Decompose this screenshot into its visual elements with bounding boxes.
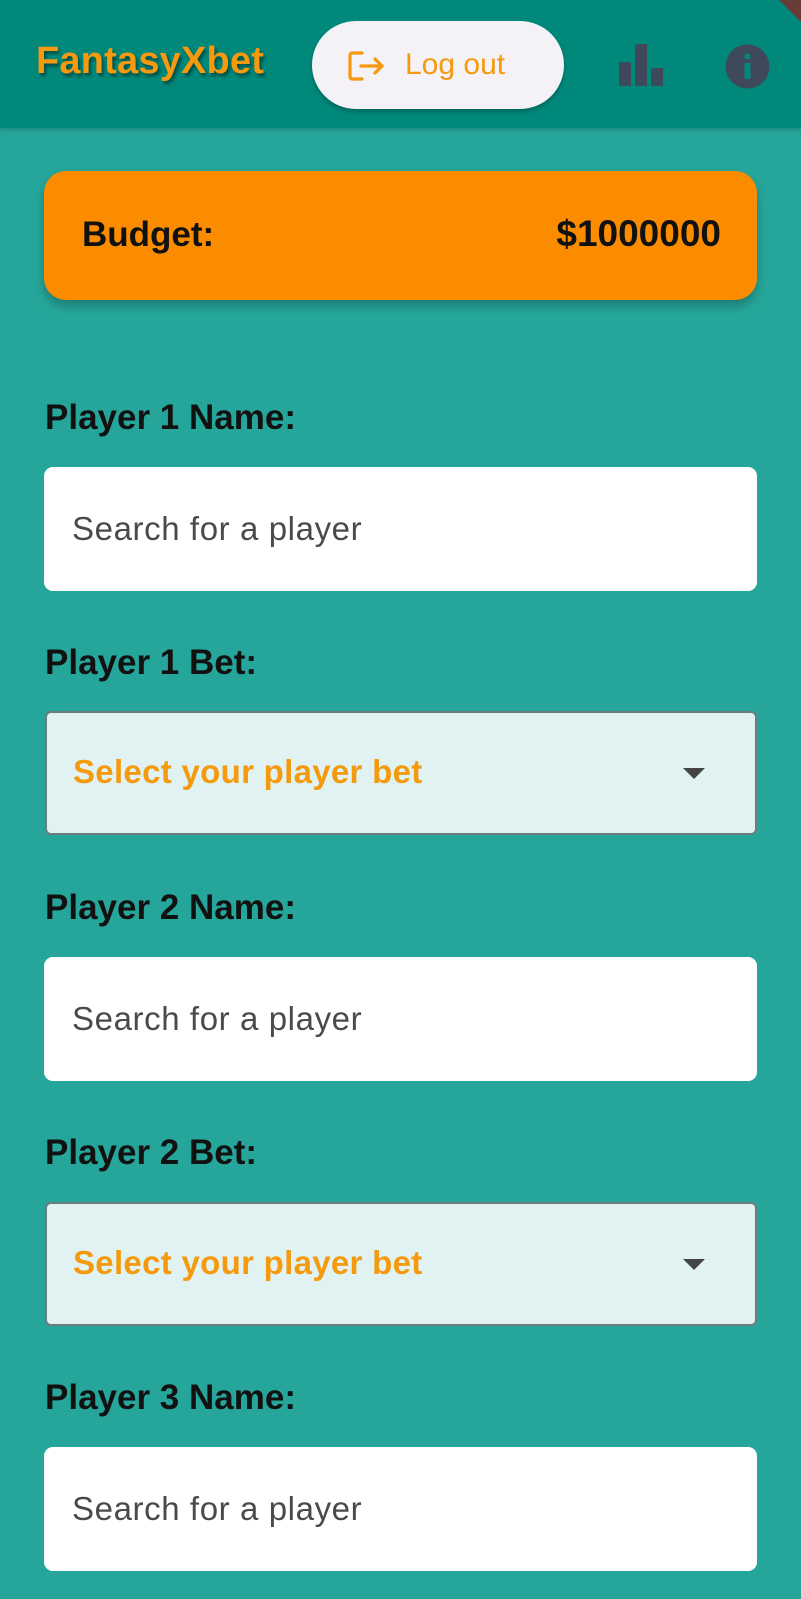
bar-chart-icon[interactable] [617,44,665,86]
dropdown-arrow-icon [683,768,705,779]
player3-name-label: Player 3 Name: [45,1378,296,1417]
player1-bet-label: Player 1 Bet: [45,643,258,682]
player2-name-field[interactable] [44,957,757,1081]
dropdown-arrow-icon [683,1259,705,1270]
info-icon[interactable] [725,44,770,89]
player2-bet-placeholder: Select your player bet [73,1244,423,1281]
logout-button[interactable]: Log out [312,21,564,109]
debug-banner [758,0,801,30]
logout-label: Log out [405,48,506,81]
budget-label: Budget: [82,215,215,254]
player1-name-label: Player 1 Name: [45,398,296,437]
player1-bet-dropdown[interactable]: Select your player bet [45,711,757,835]
budget-value: $1000000 [556,213,721,254]
player2-name-input[interactable] [72,957,732,1081]
player3-name-input[interactable] [72,1447,732,1571]
app-title: FantasyXbet [36,40,265,82]
player1-name-field[interactable] [44,467,757,591]
player3-name-field[interactable] [44,1447,757,1571]
player1-bet-placeholder: Select your player bet [73,753,423,790]
app-bar: FantasyXbet Log out [0,0,801,128]
player2-bet-label: Player 2 Bet: [45,1133,258,1172]
logout-icon [348,51,384,81]
player2-name-label: Player 2 Name: [45,888,296,927]
player1-name-input[interactable] [72,467,732,591]
budget-card: Budget: $1000000 [44,171,757,300]
player2-bet-dropdown[interactable]: Select your player bet [45,1202,757,1326]
